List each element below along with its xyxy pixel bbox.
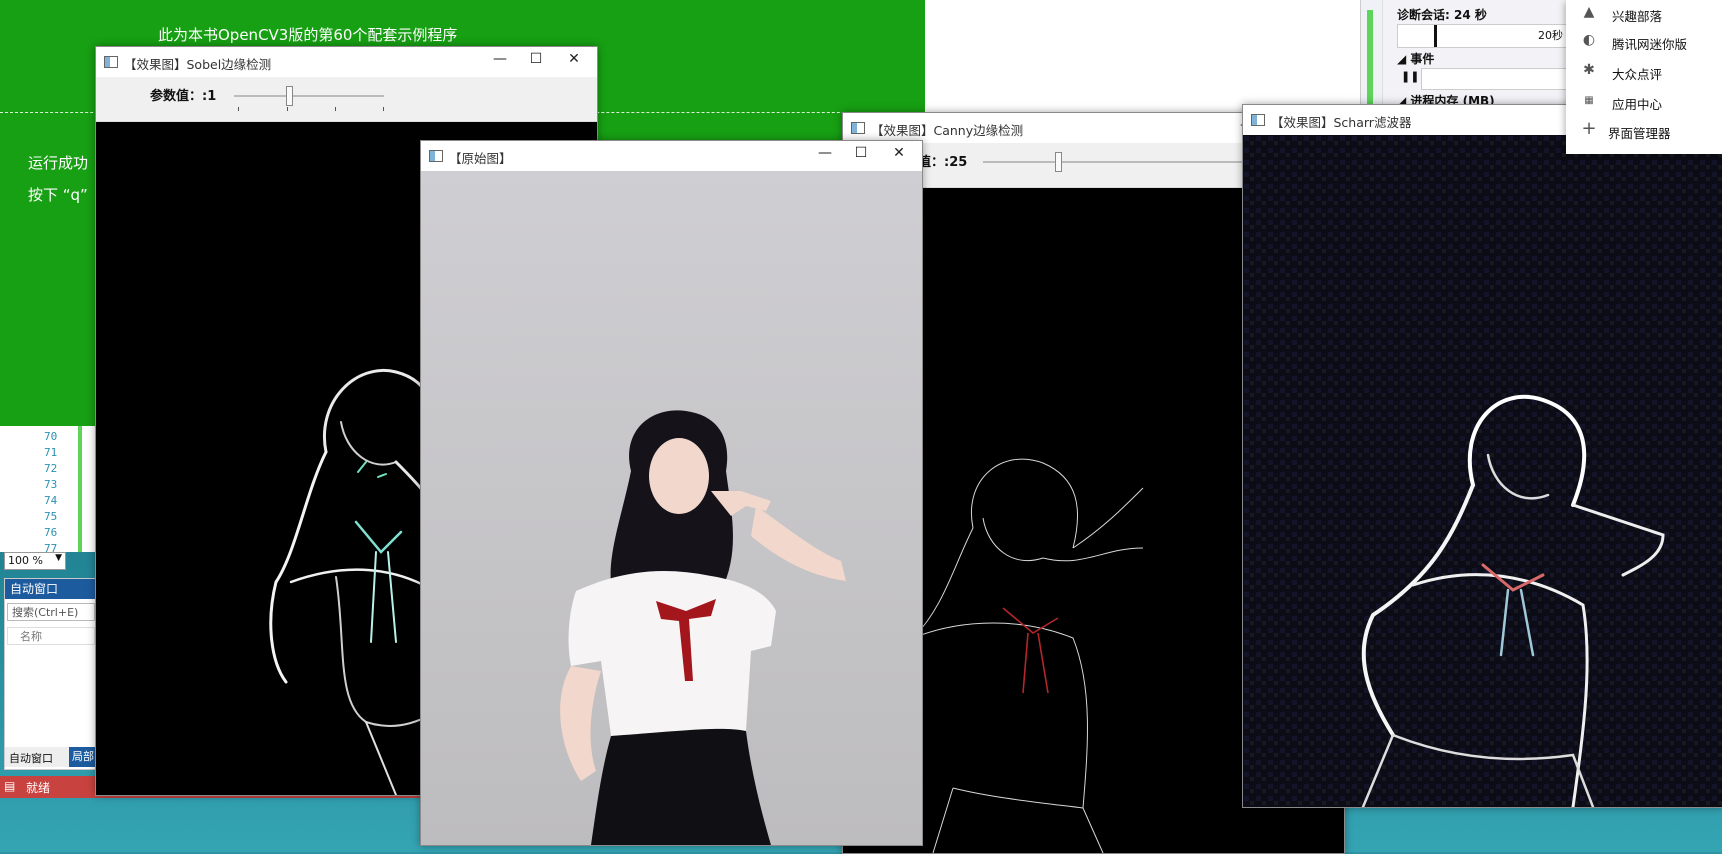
autos-title: 自动窗口	[5, 579, 97, 599]
line-number: 76	[44, 526, 58, 539]
window-title: 【效果图】Canny边缘检测	[871, 123, 1024, 138]
status-icon: ▤	[4, 779, 16, 793]
app-icon: ▦	[1584, 95, 1594, 106]
menu-item-label: 腾讯网迷你版	[1612, 37, 1688, 52]
trackbar-label: 参数值：:1	[150, 89, 217, 104]
trackbar-track[interactable]	[234, 95, 384, 97]
window-icon	[429, 150, 443, 162]
autos-panel: 自动窗口 搜索(Ctrl+E) 名称 自动窗口 局部	[4, 578, 98, 770]
trackbar-thumb[interactable]	[1055, 152, 1062, 172]
code-editor-gutter: 70 71 72 73 74 75 76 77	[0, 426, 96, 555]
maximize-icon[interactable]: ☐	[846, 145, 876, 161]
events-header[interactable]: ◢ 事件	[1397, 50, 1434, 67]
original-image-window: 【原始图】 — ☐ ✕	[420, 140, 923, 846]
status-text: 就绪	[26, 781, 51, 795]
menu-item-dianping[interactable]: ✱ 大众点评	[1566, 58, 1722, 86]
vs-scroll-margin	[1360, 0, 1383, 112]
window-title: 【原始图】	[449, 151, 512, 166]
title-bar[interactable]: 【原始图】 — ☐ ✕	[421, 141, 922, 171]
window-title: 【效果图】Scharr滤波器	[1271, 115, 1412, 130]
tab-locals[interactable]: 局部	[69, 747, 97, 767]
diagnostic-tools-panel: 诊断会话: 24 秒 20秒 ◢ 事件 ❚❚ ◢ 进程内存 (MB)	[1382, 0, 1585, 108]
scharr-window: 【效果图】Scharr滤波器	[1242, 104, 1722, 808]
trackbar-tick	[287, 107, 288, 111]
zoom-select[interactable]: 100 % ▼	[4, 552, 66, 570]
triangle-icon: ▲	[1583, 4, 1595, 20]
column-header-name[interactable]: 名称	[7, 627, 95, 645]
window-icon	[851, 122, 865, 134]
change-indicator	[78, 426, 82, 552]
minimize-icon[interactable]: —	[810, 145, 840, 161]
window-icon	[1251, 114, 1265, 126]
trackbar-tick	[335, 107, 336, 111]
plus-icon: +	[1581, 118, 1597, 139]
sobel-trackbar: 参数值：:1	[96, 77, 597, 122]
menu-item-tencent-mini[interactable]: ◐ 腾讯网迷你版	[1566, 28, 1722, 56]
line-number: 70	[44, 430, 58, 443]
timeline[interactable]: 20秒	[1397, 24, 1585, 48]
console-line-press-q: 按下 “q”	[28, 186, 88, 204]
timeline-label: 20秒	[1538, 29, 1563, 42]
events-track	[1421, 68, 1585, 90]
window-icon	[104, 56, 118, 68]
popup-menu: ▲ 兴趣部落 ◐ 腾讯网迷你版 ✱ 大众点评 ▦ 应用中心 + 界面管理器	[1566, 0, 1722, 154]
vs-editor-background	[925, 0, 1365, 112]
title-bar[interactable]: 【效果图】Sobel边缘检测 — ☐ ✕	[96, 47, 597, 77]
menu-item-interest-tribe[interactable]: ▲ 兴趣部落	[1566, 0, 1722, 28]
menu-item-label: 界面管理器	[1608, 126, 1671, 141]
pause-icon[interactable]: ❚❚	[1401, 70, 1419, 83]
scharr-filter-image	[1243, 135, 1722, 807]
trackbar-tick	[238, 107, 239, 111]
console-line-success: 运行成功	[28, 154, 89, 172]
line-number: 73	[44, 478, 58, 491]
zoom-value: 100 %	[8, 554, 43, 567]
timeline-marker	[1434, 25, 1437, 47]
menu-item-label: 大众点评	[1612, 67, 1663, 82]
autos-search-input[interactable]: 搜索(Ctrl+E)	[7, 603, 95, 621]
trackbar-tick	[383, 107, 384, 111]
review-icon: ✱	[1583, 62, 1595, 78]
minimize-icon[interactable]: —	[485, 51, 515, 67]
events-label: 事件	[1410, 52, 1435, 66]
autos-tab-strip: 自动窗口 局部	[5, 747, 97, 767]
line-number: 75	[44, 510, 58, 523]
close-icon[interactable]: ✕	[884, 145, 914, 161]
line-number: 71	[44, 446, 58, 459]
menu-item-ui-manager[interactable]: + 界面管理器	[1566, 117, 1722, 145]
tab-autos[interactable]: 自动窗口	[9, 750, 53, 766]
qq-mini-icon: ◐	[1582, 32, 1596, 48]
console-header: 此为本书OpenCV3版的第60个配套示例程序	[158, 26, 458, 44]
close-icon[interactable]: ✕	[559, 51, 589, 67]
line-number: 72	[44, 462, 58, 475]
maximize-icon[interactable]: ☐	[521, 51, 551, 67]
menu-item-label: 应用中心	[1612, 97, 1663, 112]
line-number: 74	[44, 494, 58, 507]
trackbar-label: 值：:25	[918, 155, 968, 170]
diagnostic-session: 诊断会话: 24 秒	[1397, 8, 1487, 22]
trackbar-thumb[interactable]	[286, 86, 293, 106]
chevron-down-icon: ▼	[55, 553, 62, 563]
menu-item-label: 兴趣部落	[1612, 9, 1663, 24]
menu-item-app-center[interactable]: ▦ 应用中心	[1566, 88, 1722, 116]
original-photo	[421, 171, 922, 845]
window-title: 【效果图】Sobel边缘检测	[124, 57, 272, 72]
